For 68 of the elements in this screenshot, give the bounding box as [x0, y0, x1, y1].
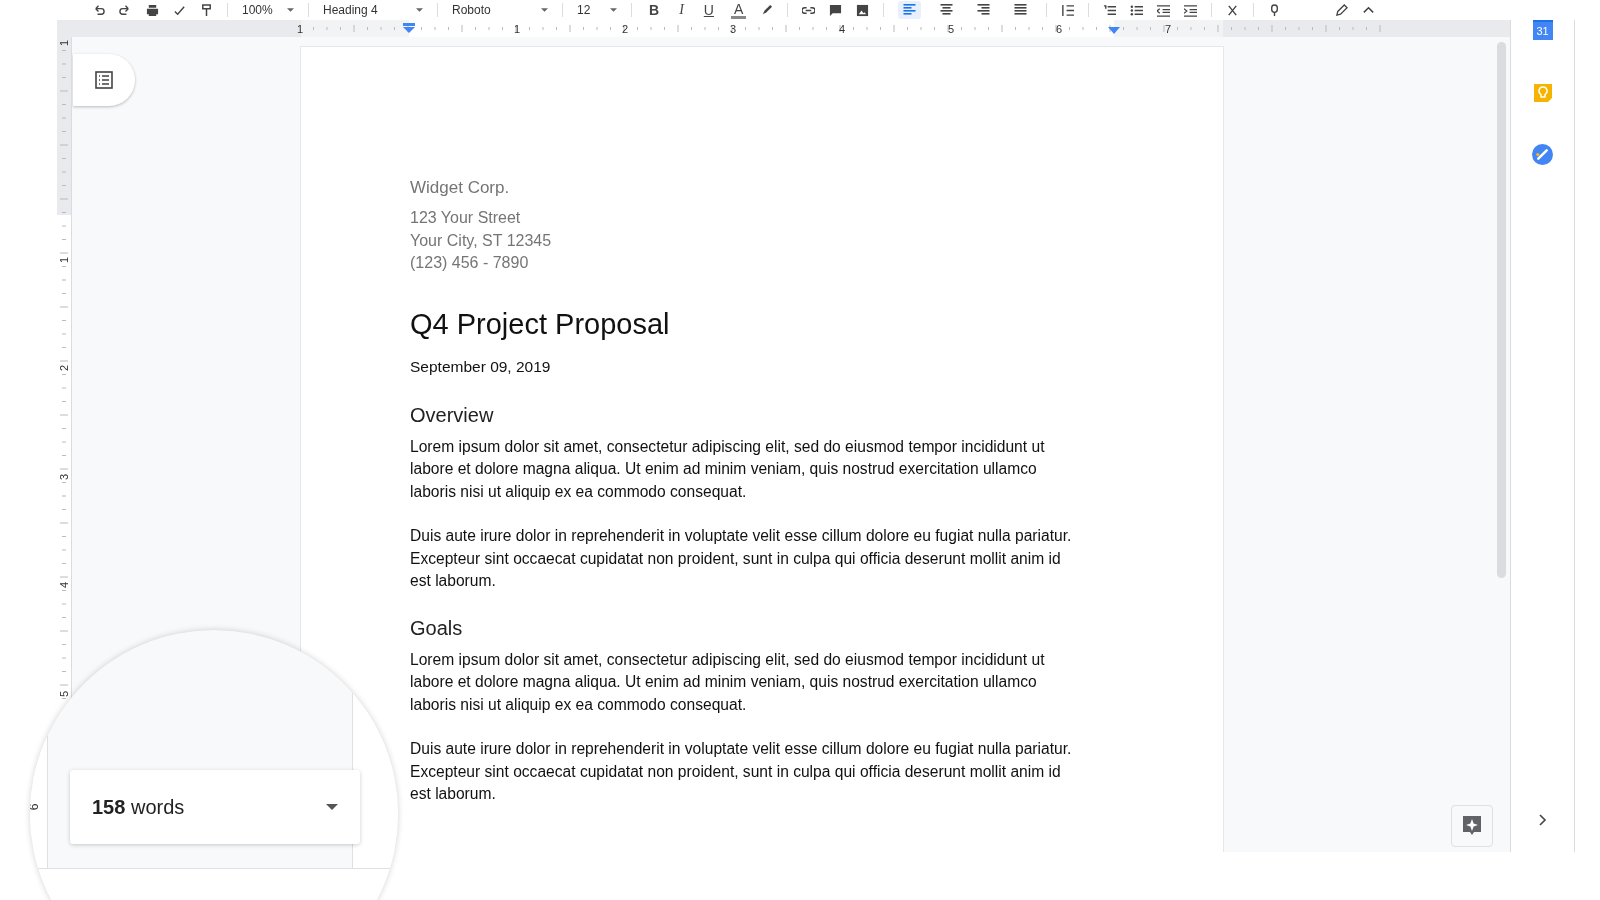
tasks-icon[interactable] [1532, 144, 1553, 165]
document-outline-button[interactable] [73, 54, 135, 106]
toolbar-dropdown[interactable]: 100% [242, 3, 294, 17]
increase-indent-icon[interactable] [1184, 3, 1198, 17]
toolbar-dropdown[interactable]: Heading 4 [323, 3, 423, 17]
caret-icon [326, 804, 338, 810]
caret-icon [541, 8, 548, 12]
format-button[interactable]: B [646, 2, 663, 18]
align-icon [1014, 4, 1028, 16]
align-icon [903, 4, 917, 16]
numbered-list-icon[interactable] [1103, 3, 1117, 17]
ruler-number: 2 [621, 22, 629, 35]
ruler-number: 3 [729, 22, 737, 35]
ruler-number: 6 [30, 803, 42, 811]
ruler-number: 1 [296, 22, 304, 35]
line-spacing-icon[interactable] [1061, 3, 1075, 17]
ruler-number: 2 [58, 364, 70, 372]
caret-icon [610, 8, 617, 12]
paint-format-icon[interactable] [200, 3, 213, 17]
align-icon [977, 4, 991, 16]
paragraph: Duis aute irure dolor in reprehenderit in voluptate velit esse cillum dolore eu fugiat nulla pariatur. Excepteur sint occaecat cupidatat non proident, sunt in culpa qui officia deserunt mollit anim id est laborum. [410, 526, 1073, 591]
ruler-number: 7 [1164, 22, 1172, 35]
document-title: Q4 Project Proposal [410, 306, 671, 342]
explore-button[interactable] [1451, 805, 1493, 847]
print-icon[interactable] [146, 3, 159, 17]
list-icon [94, 70, 114, 90]
scrollbar[interactable] [1497, 42, 1506, 578]
align-button[interactable] [898, 1, 922, 19]
right-indent-marker[interactable] [1108, 27, 1120, 35]
paragraph: Duis aute irure dolor in reprehenderit in voluptate velit esse cillum dolore eu fugiat nulla pariatur. Excepteur sint occaecat cupidatat non proident, sunt in culpa qui officia deserunt mollit anim id est laborum. [410, 739, 1073, 804]
section-heading: Goals [410, 615, 464, 641]
highlighter-icon[interactable] [760, 3, 774, 17]
caret-icon [287, 8, 294, 12]
comment-icon[interactable] [829, 3, 843, 17]
format-button[interactable]: U [700, 2, 717, 18]
ruler-number: 3 [58, 473, 70, 481]
toolbar-dropdown[interactable]: 12 [577, 3, 617, 17]
align-icon [940, 4, 954, 16]
left-indent-marker[interactable] [403, 23, 415, 33]
ruler-number: 4 [58, 581, 70, 589]
section-heading: Overview [410, 402, 495, 428]
ruler-number: 6 [1055, 22, 1063, 35]
ruler-number: 1 [513, 22, 521, 35]
ruler-number: 1 [58, 256, 70, 264]
chevron-right-icon[interactable] [1538, 814, 1547, 826]
format-button[interactable]: I [676, 2, 687, 18]
ruler-number: 5 [58, 690, 70, 698]
pencil-icon[interactable] [1335, 3, 1349, 17]
sparkle-icon [1462, 815, 1482, 837]
ruler-number: 5 [947, 22, 955, 35]
clear-formatting-icon[interactable] [1226, 3, 1240, 17]
image-icon[interactable] [856, 3, 870, 17]
ruler-number: 1 [58, 39, 70, 47]
address-line: Your City, ST 12345 [410, 230, 553, 251]
company-name: Widget Corp. [410, 177, 511, 199]
bulleted-list-icon[interactable] [1130, 3, 1144, 17]
paragraph: Lorem ipsum dolor sit amet, consectetur adipiscing elit, sed do eiusmod tempor incididunt ut labore et dolore magna aliqua. Ut enim ad minim veniam, quis nostrud exercitation ullamco laboris nisi ut aliquip ex ea commodo consequat. [410, 649, 1046, 715]
ruler-number: 4 [838, 22, 846, 35]
address-line: 123 Your Street [410, 208, 522, 228]
toolbar-dropdown[interactable]: Roboto [452, 3, 548, 17]
paragraph: Lorem ipsum dolor sit amet, consectetur adipiscing elit, sed do eiusmod tempor incididunt ut labore et dolore magna aliqua. Ut enim ad minim veniam, quis nostrud exercitation ullamco laboris nisi ut aliquip ex ea commodo consequat. [410, 436, 1046, 502]
address-line: (123) 456 - 7890 [410, 253, 530, 273]
word-count-dropdown[interactable]: 158 words [70, 770, 360, 844]
decrease-indent-icon[interactable] [1157, 3, 1171, 17]
spellcheck-icon[interactable] [173, 3, 186, 17]
calendar-icon[interactable]: 31 [1532, 20, 1553, 40]
caret-icon [416, 8, 423, 12]
document-date: September 09, 2019 [410, 356, 552, 377]
